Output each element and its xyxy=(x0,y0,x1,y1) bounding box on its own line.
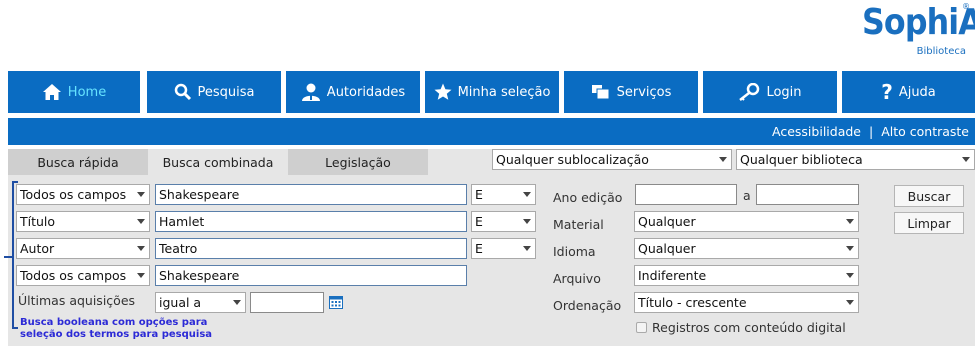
accessibility-link[interactable]: Acessibilidade xyxy=(772,124,861,139)
field-select-3[interactable]: Autor xyxy=(16,238,150,259)
chevron-down-icon xyxy=(137,219,145,224)
operator-select-1[interactable]: E xyxy=(471,184,536,205)
logo-subtitle: Biblioteca xyxy=(916,46,966,57)
sophia-logo[interactable]: SophiA ® Biblioteca xyxy=(862,0,975,66)
library-value: Qualquer biblioteca xyxy=(740,152,863,167)
nav-pesquisa[interactable]: Pesquisa xyxy=(147,71,281,113)
calendar-icon[interactable] xyxy=(329,295,343,309)
tab-legislacao[interactable]: Legislação xyxy=(288,149,428,175)
material-value: Qualquer xyxy=(638,214,696,229)
chevron-down-icon xyxy=(523,192,531,197)
chevron-down-icon xyxy=(233,300,241,305)
field-select-2-value: Título xyxy=(20,214,56,229)
operator-select-3[interactable]: E xyxy=(471,238,536,259)
language-label: Idioma xyxy=(553,244,596,259)
chevron-down-icon xyxy=(846,300,854,305)
nav-autoridades-label: Autoridades xyxy=(326,84,406,100)
authorities-icon xyxy=(301,83,320,101)
nav-minha-selecao[interactable]: Minha seleção xyxy=(425,71,559,113)
digital-content-label: Registros com conteúdo digital xyxy=(652,320,846,335)
chevron-down-icon xyxy=(137,246,145,251)
language-value: Qualquer xyxy=(638,241,696,256)
field-select-3-value: Autor xyxy=(20,241,55,256)
search-icon xyxy=(174,83,191,101)
order-select[interactable]: Título - crescente xyxy=(634,292,859,313)
home-icon xyxy=(42,84,61,100)
clear-button[interactable]: Limpar xyxy=(894,212,964,234)
field-select-1-value: Todos os campos xyxy=(20,187,127,202)
search-button[interactable]: Buscar xyxy=(894,185,964,207)
key-icon xyxy=(739,83,760,101)
term-input-2[interactable]: Hamlet xyxy=(155,211,467,232)
help-icon: ? xyxy=(881,80,893,104)
term-input-4[interactable]: Shakespeare xyxy=(155,265,467,286)
field-select-4-value: Todos os campos xyxy=(20,268,127,283)
field-select-1[interactable]: Todos os campos xyxy=(16,184,150,205)
year-from-input[interactable] xyxy=(635,184,737,205)
operator-select-3-value: E xyxy=(475,241,483,256)
nav-pesquisa-label: Pesquisa xyxy=(197,84,255,100)
year-separator: a xyxy=(743,188,751,203)
material-select[interactable]: Qualquer xyxy=(634,211,859,232)
star-icon xyxy=(434,83,452,100)
field-select-4[interactable]: Todos os campos xyxy=(16,265,150,286)
recent-comparator-select[interactable]: igual a xyxy=(155,292,246,313)
material-label: Material xyxy=(553,217,604,232)
logo-registered-mark: ® xyxy=(962,2,970,11)
term-input-3[interactable]: Teatro xyxy=(155,238,467,259)
services-icon xyxy=(591,85,610,100)
operator-select-2[interactable]: E xyxy=(471,211,536,232)
nav-servicos-label: Serviços xyxy=(616,84,672,100)
year-label: Ano edição xyxy=(553,190,623,205)
nav-minha-selecao-label: Minha seleção xyxy=(457,84,551,100)
nav-ajuda-label: Ajuda xyxy=(898,84,936,100)
digital-content-checkbox[interactable] xyxy=(636,322,647,333)
nav-ajuda[interactable]: ? Ajuda xyxy=(842,71,975,113)
library-select[interactable]: Qualquer biblioteca xyxy=(736,149,975,170)
chevron-down-icon xyxy=(846,273,854,278)
operator-select-2-value: E xyxy=(475,214,483,229)
order-label: Ordenação xyxy=(553,298,622,313)
high-contrast-link[interactable]: Alto contraste xyxy=(881,124,969,139)
nav-home[interactable]: Home xyxy=(8,71,140,113)
chevron-down-icon xyxy=(137,192,145,197)
operator-select-1-value: E xyxy=(475,187,483,202)
nav-login-label: Login xyxy=(766,84,802,100)
nav-servicos[interactable]: Serviços xyxy=(564,71,698,113)
chevron-down-icon xyxy=(523,246,531,251)
recent-acquisitions-label: Últimas aquisições xyxy=(18,293,136,308)
nav-login[interactable]: Login xyxy=(703,71,837,113)
sublocation-select[interactable]: Qualquer sublocalização xyxy=(492,149,732,170)
file-value: Indiferente xyxy=(638,268,707,283)
nav-home-label: Home xyxy=(67,84,107,100)
tab-busca-rapida[interactable]: Busca rápida xyxy=(8,149,148,175)
recent-comparator-value: igual a xyxy=(159,295,202,310)
chevron-down-icon xyxy=(846,219,854,224)
main-nav: Home Pesquisa Autoridades Minha seleção … xyxy=(0,71,975,115)
order-value: Título - crescente xyxy=(638,295,747,310)
file-select[interactable]: Indiferente xyxy=(634,265,859,286)
language-select[interactable]: Qualquer xyxy=(634,238,859,259)
boolean-bracket-tick xyxy=(4,256,13,258)
sublocation-value: Qualquer sublocalização xyxy=(496,152,649,167)
chevron-down-icon xyxy=(962,157,970,162)
chevron-down-icon xyxy=(523,219,531,224)
nav-autoridades[interactable]: Autoridades xyxy=(286,71,420,113)
chevron-down-icon xyxy=(846,246,854,251)
tab-busca-combinada[interactable]: Busca combinada xyxy=(148,149,288,175)
accessibility-bar: Acessibilidade | Alto contraste xyxy=(8,118,975,145)
recent-date-input[interactable] xyxy=(250,292,324,313)
field-select-2[interactable]: Título xyxy=(16,211,150,232)
file-label: Arquivo xyxy=(553,271,601,286)
chevron-down-icon xyxy=(719,157,727,162)
year-to-input[interactable] xyxy=(756,184,859,205)
link-separator: | xyxy=(868,124,874,139)
chevron-down-icon xyxy=(137,273,145,278)
term-input-1[interactable]: Shakespeare xyxy=(155,184,467,205)
logo-brand: SophiA xyxy=(862,2,975,43)
boolean-hint: Busca booleana com opções para seleção d… xyxy=(20,317,213,340)
